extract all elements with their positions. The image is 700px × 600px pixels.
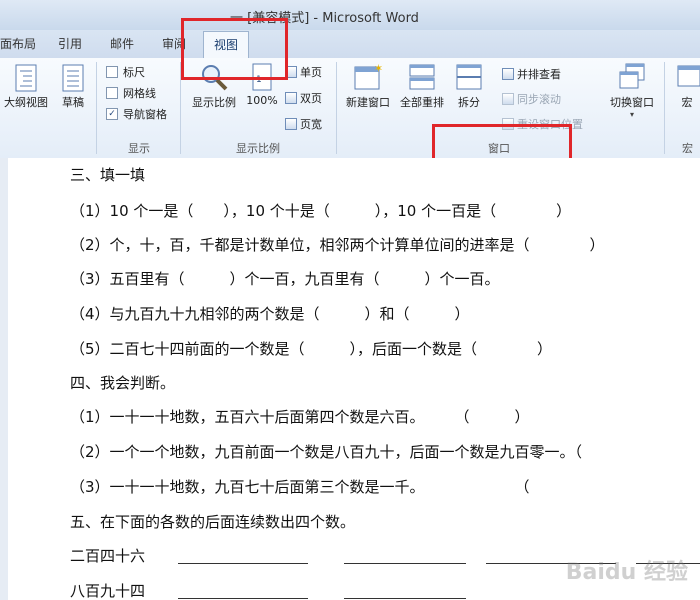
new-window-button[interactable]: ✶ 新建窗口 xyxy=(342,62,394,110)
doc-line: （2）一个一个地数，九百前面一个数是八百九十，后面一个数是九百零一。（ xyxy=(70,443,583,461)
ruler-label: 标尺 xyxy=(123,66,145,79)
ribbon-panel: 大纲视图 草稿 标尺 网格线 ✓ 导航窗格 显示 显示比例 1 100% 单页 … xyxy=(0,58,700,159)
zoom-label: 显示比例 xyxy=(192,96,236,109)
document-page[interactable]: 三、填一填 （1）10 个一是（ ），10 个十是（ ），10 个一百是（ ） … xyxy=(8,158,700,600)
new-window-label: 新建窗口 xyxy=(346,96,390,109)
doc-line: 八百九十四 xyxy=(70,582,146,600)
switch-window-icon xyxy=(619,63,645,89)
one-page-button[interactable]: 单页 xyxy=(285,64,322,80)
answer-blank xyxy=(344,563,466,564)
ribbon-separator xyxy=(96,62,97,154)
doc-line: （2）个，十，百，千都是计数单位，相邻两个计算单位间的进率是（ ） xyxy=(70,236,605,254)
macro-icon xyxy=(677,65,700,87)
zoom-group-label: 显示比例 xyxy=(236,142,280,155)
navpane-checkbox[interactable]: ✓ 导航窗格 xyxy=(106,106,167,122)
page-width-label: 页宽 xyxy=(300,118,322,131)
sync-scroll-icon xyxy=(502,93,514,105)
outline-view-icon xyxy=(15,64,37,92)
macros-button[interactable]: 宏 xyxy=(672,62,700,110)
doc-line: 二百四十六 xyxy=(70,547,146,565)
answer-blank xyxy=(344,598,466,599)
two-pages-button[interactable]: 双页 xyxy=(285,90,322,106)
side-by-side-icon xyxy=(502,68,514,80)
split-icon xyxy=(456,64,482,90)
title-bar: 一 [兼容模式] - Microsoft Word xyxy=(0,0,700,30)
tab-mailings[interactable]: 邮件 xyxy=(110,35,134,52)
ribbon-tabs: 面布局 引用 邮件 审阅 视图 xyxy=(0,30,700,59)
doc-line: （3）一十一十地数，九百七十后面第三个数是一千。 （ xyxy=(70,478,530,496)
macros-label: 宏 xyxy=(681,96,693,109)
switch-window-label: 切换窗口 xyxy=(610,96,654,109)
arrange-all-label: 全部重排 xyxy=(400,96,444,109)
ribbon-separator xyxy=(664,62,665,154)
two-pages-label: 双页 xyxy=(300,92,322,105)
draft-button[interactable]: 草稿 xyxy=(56,64,90,110)
doc-line: 三、填一填 xyxy=(70,166,146,184)
doc-line: 五、在下面的各数的后面连续数出四个数。 xyxy=(70,513,356,531)
gridlines-check-icon xyxy=(106,87,118,99)
split-label: 拆分 xyxy=(458,96,480,109)
ribbon-separator xyxy=(336,62,337,154)
ruler-check-icon xyxy=(106,66,118,78)
doc-line: 四、我会判断。 xyxy=(70,374,176,392)
tab-references[interactable]: 引用 xyxy=(58,35,82,52)
doc-line: （4）与九百九十九相邻的两个数是（ ）和（ ） xyxy=(70,305,470,323)
new-window-icon: ✶ xyxy=(354,62,383,90)
doc-line: （1）一十一十地数，五百六十后面第四个数是六百。 （ ） xyxy=(70,408,530,426)
gridlines-checkbox[interactable]: 网格线 xyxy=(106,85,156,101)
switch-window-button[interactable]: 切换窗口 ▾ xyxy=(604,62,660,119)
gridlines-label: 网格线 xyxy=(123,87,156,100)
page-width-icon xyxy=(285,118,297,130)
macros-group-label: 宏 xyxy=(682,142,693,155)
draft-icon xyxy=(62,64,84,92)
navpane-check-icon: ✓ xyxy=(106,108,118,120)
two-pages-icon xyxy=(285,92,297,104)
arrange-all-icon xyxy=(409,64,435,90)
outline-view-label: 大纲视图 xyxy=(4,96,48,109)
answer-blank xyxy=(178,598,308,599)
answer-blank xyxy=(178,563,308,564)
highlight-view-tab xyxy=(181,18,288,80)
svg-text:✶: ✶ xyxy=(374,62,383,75)
doc-line: （3）五百里有（ ）个一百，九百里有（ ）个一百。 xyxy=(70,270,500,288)
sync-scroll-button[interactable]: 同步滚动 xyxy=(502,91,561,107)
doc-line: （5）二百七十四前面的一个数是（ ），后面一个数是（ ） xyxy=(70,340,553,358)
doc-line: （1）10 个一是（ ），10 个十是（ ），10 个一百是（ ） xyxy=(70,202,572,220)
page-width-button[interactable]: 页宽 xyxy=(285,116,322,132)
ruler-checkbox[interactable]: 标尺 xyxy=(106,64,145,80)
navpane-label: 导航窗格 xyxy=(123,108,167,121)
draft-label: 草稿 xyxy=(62,96,84,109)
outline-view-button[interactable]: 大纲视图 xyxy=(0,64,52,110)
arrange-all-button[interactable]: 全部重排 xyxy=(396,62,448,110)
side-by-side-label: 并排查看 xyxy=(517,68,561,81)
one-page-label: 单页 xyxy=(300,66,322,79)
tab-page-layout[interactable]: 面布局 xyxy=(0,35,36,52)
watermark: Baidu 经验 xyxy=(565,560,688,585)
dropdown-arrow-icon: ▾ xyxy=(629,110,634,119)
side-by-side-button[interactable]: 并排查看 xyxy=(502,66,561,82)
split-button[interactable]: 拆分 xyxy=(452,62,486,110)
zoom-100-label: 100% xyxy=(246,94,278,107)
sync-scroll-label: 同步滚动 xyxy=(517,93,561,106)
show-group-label: 显示 xyxy=(128,142,150,155)
